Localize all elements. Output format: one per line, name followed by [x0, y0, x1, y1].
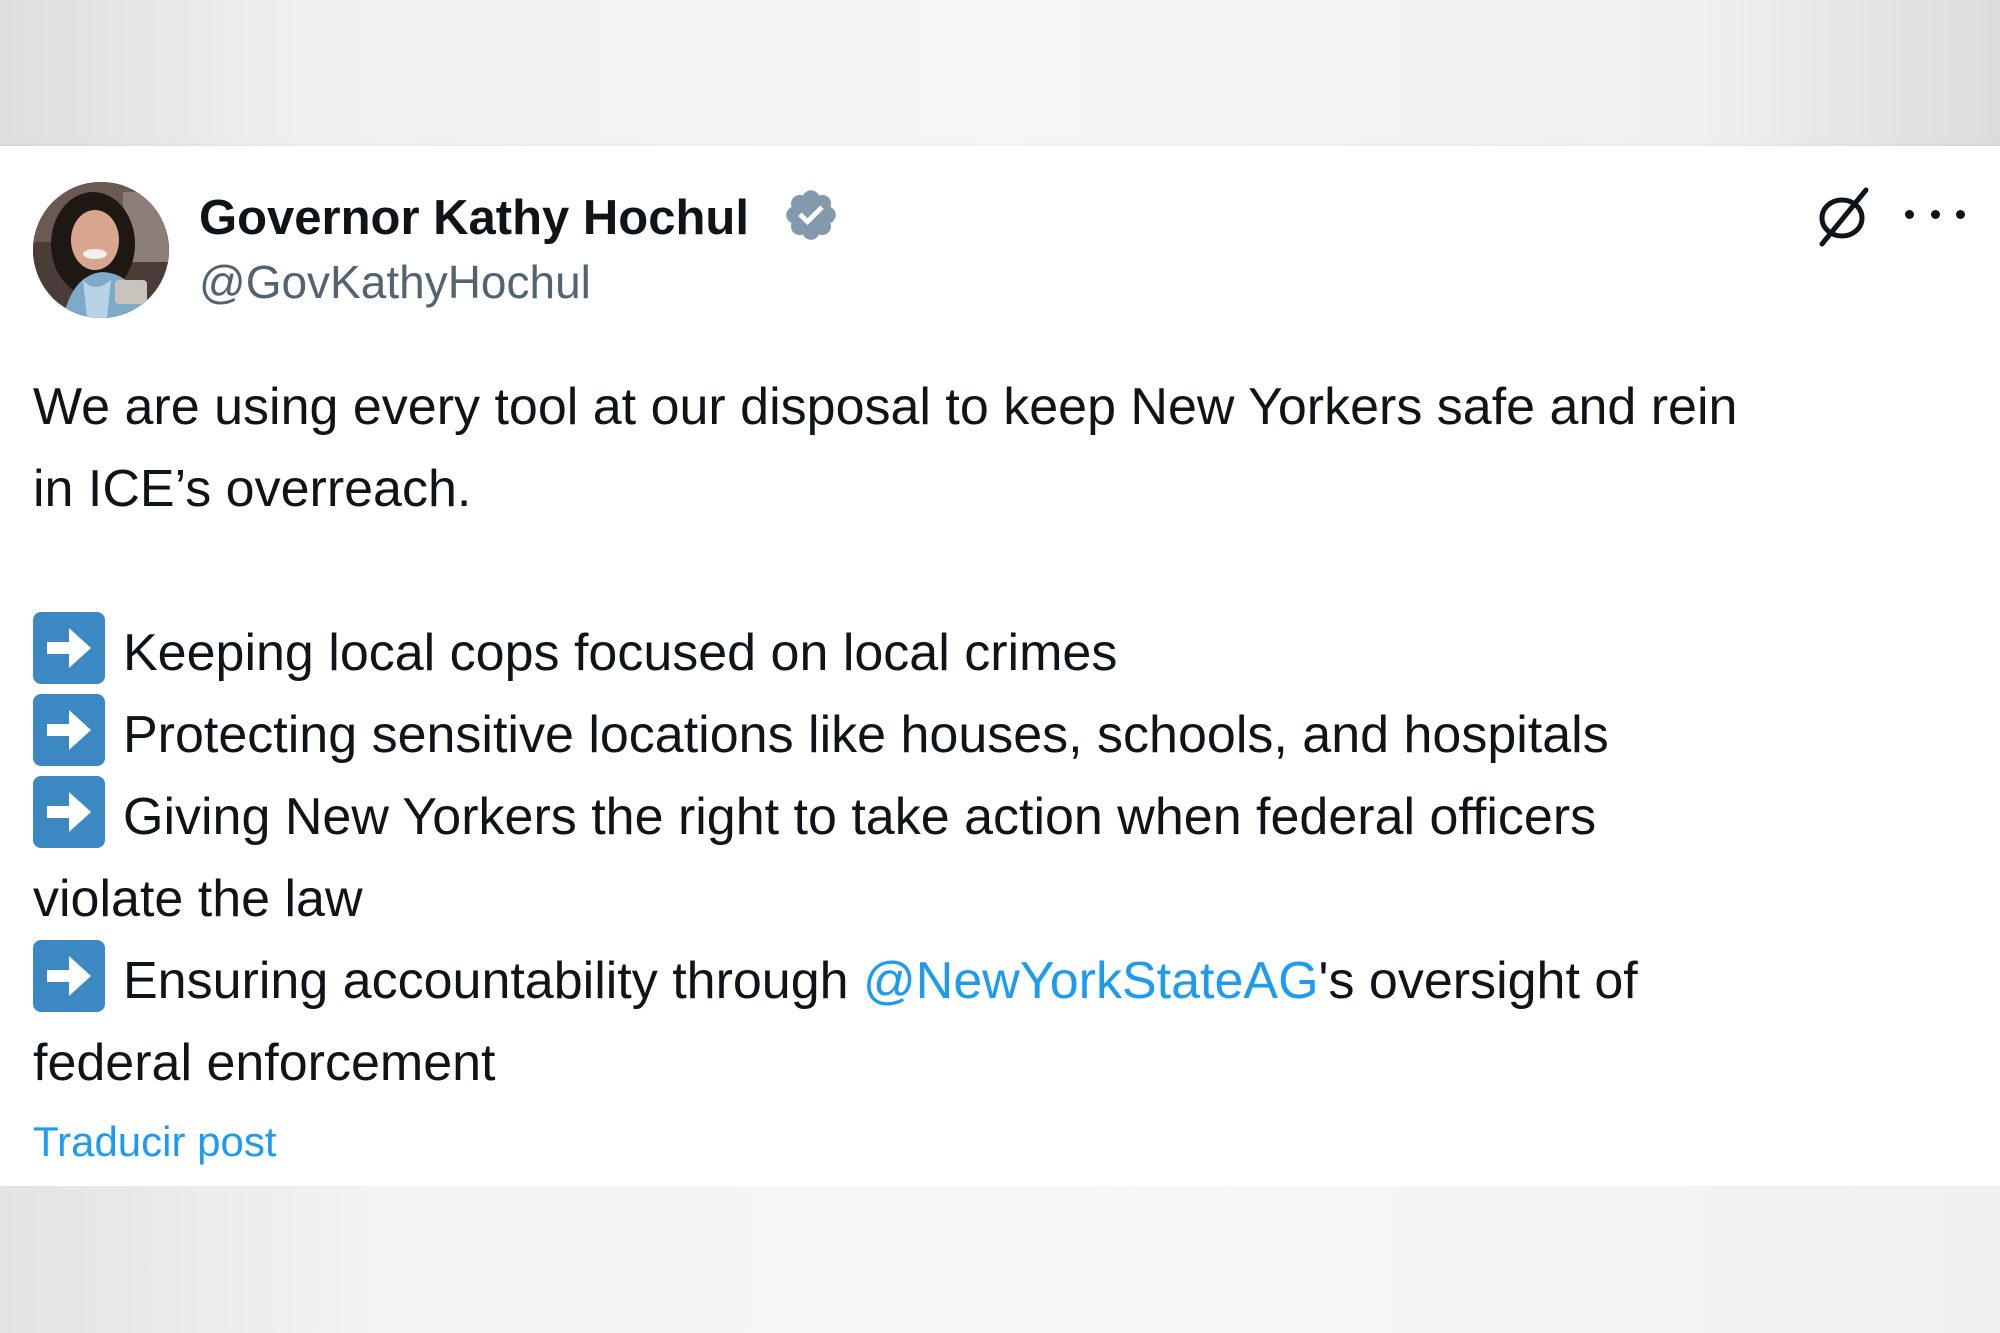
post-intro-line: in ICE’s overreach.	[33, 460, 472, 518]
bullet-text: Keeping local cops focused on local crim…	[123, 624, 1118, 682]
more-icon-dot	[1956, 209, 1965, 219]
right-arrow-emoji-icon	[33, 612, 105, 684]
bullet-continuation: violate the law	[33, 870, 363, 928]
right-arrow-emoji-icon	[33, 776, 105, 848]
post-card[interactable]: Governor Kathy Hochul @GovKathyHochul We…	[0, 146, 2000, 1186]
right-arrow-emoji-icon	[33, 940, 105, 1012]
translate-post-link[interactable]: Traducir post	[33, 1114, 277, 1170]
verified-badge-icon[interactable]	[782, 186, 840, 244]
post-text: We are using every tool at our disposal …	[33, 366, 1983, 1104]
bullet-item: Protecting sensitive locations like hous…	[33, 694, 1983, 776]
bullet-item: Giving New Yorkers the right to take act…	[33, 776, 1983, 858]
more-icon-dot	[1905, 209, 1914, 219]
post-intro-line: We are using every tool at our disposal …	[33, 378, 1738, 436]
bullet-item: Keeping local cops focused on local crim…	[33, 612, 1983, 694]
author-handle[interactable]: @GovKathyHochul	[199, 252, 591, 312]
grok-icon[interactable]	[1812, 184, 1876, 248]
page-background-bottom	[0, 1186, 2000, 1333]
bullet-text: 's oversight of	[1318, 952, 1638, 1010]
avatar[interactable]	[33, 182, 169, 318]
right-arrow-emoji-icon	[33, 694, 105, 766]
mention-link[interactable]: @NewYorkStateAG	[863, 952, 1319, 1010]
bullet-text: Ensuring accountability through	[123, 952, 864, 1010]
bullet-text: Protecting sensitive locations like hous…	[123, 706, 1609, 764]
author-display-name[interactable]: Governor Kathy Hochul	[199, 186, 749, 250]
more-icon-dot	[1930, 209, 1940, 219]
bullet-continuation: federal enforcement	[33, 1034, 496, 1092]
page-background-top	[0, 0, 2000, 146]
bullet-text: Giving New Yorkers the right to take act…	[123, 788, 1597, 846]
more-options-button[interactable]	[1905, 194, 1965, 234]
bullet-item: Ensuring accountability through @NewYork…	[33, 940, 1983, 1022]
